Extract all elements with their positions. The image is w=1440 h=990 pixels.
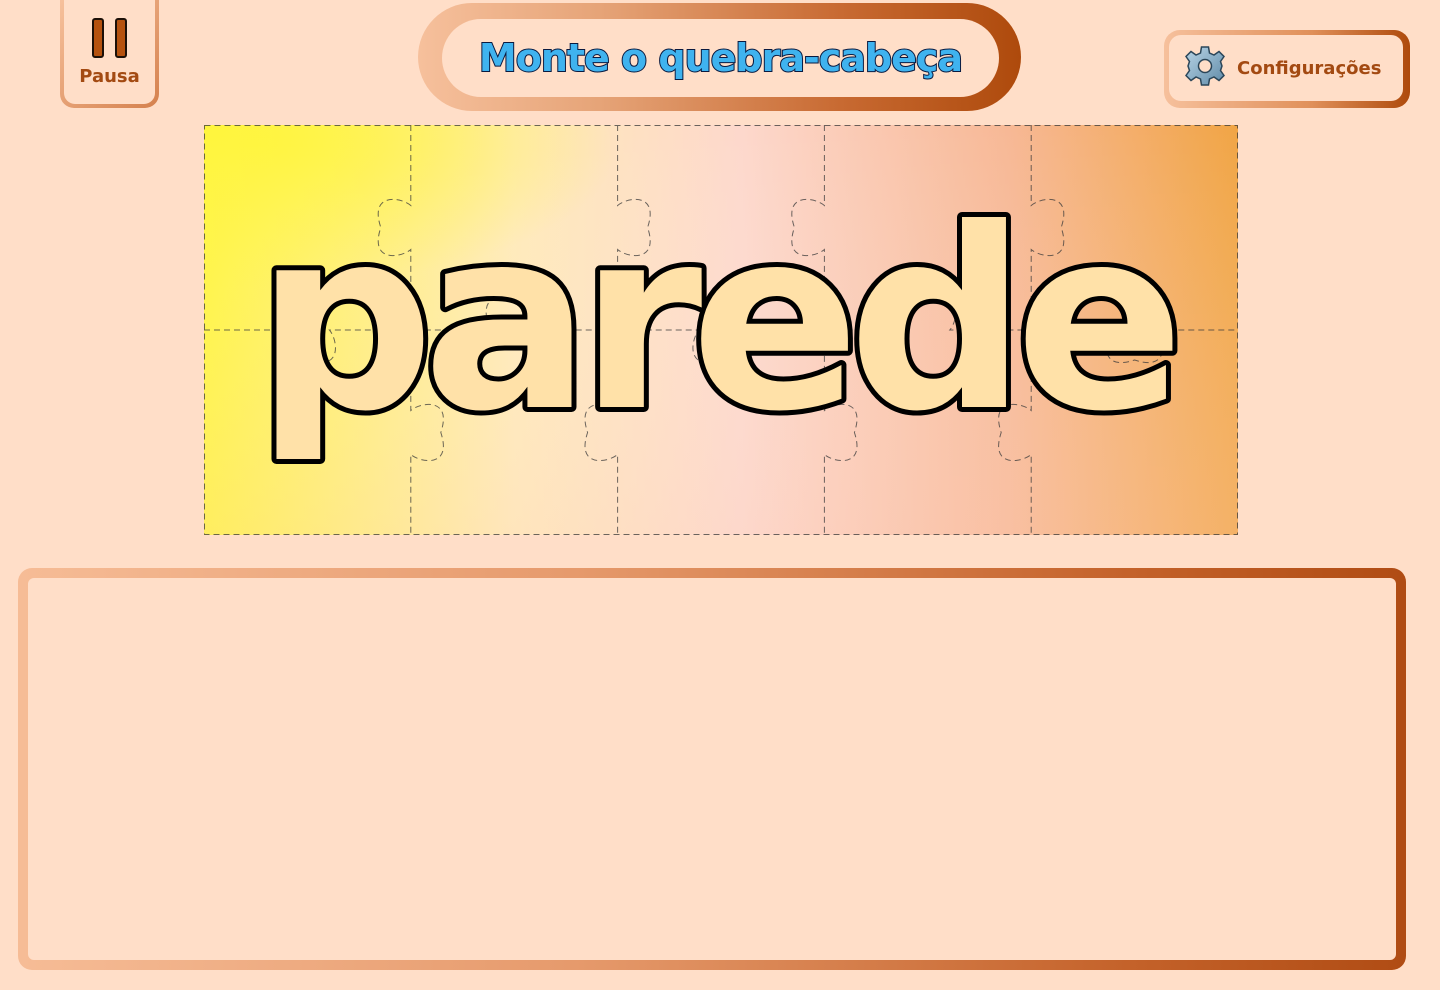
puzzle-word: parede [255, 175, 1172, 466]
pieces-tray-area [28, 578, 1396, 960]
pause-label: Pausa [79, 66, 140, 87]
pause-icon [92, 18, 127, 58]
pause-button[interactable]: Pausa [60, 0, 159, 108]
page-title: Monte o quebra-cabeça [478, 35, 964, 81]
gear-icon [1183, 44, 1227, 92]
settings-label: Configurações [1237, 57, 1382, 79]
pause-button-face: Pausa [64, 0, 155, 104]
pause-icon-bar-right [115, 18, 127, 58]
pieces-tray[interactable] [18, 568, 1406, 970]
settings-button[interactable]: Configurações [1164, 30, 1410, 108]
title-banner: Monte o quebra-cabeça [418, 3, 1021, 111]
game-screen: Pausa Monte o quebra-cabeça Configuraçõe… [0, 0, 1440, 990]
puzzle-board[interactable]: parede [204, 125, 1238, 535]
puzzle-image: parede [204, 125, 1238, 535]
settings-button-face: Configurações [1169, 35, 1403, 101]
pause-icon-bar-left [92, 18, 104, 58]
title-banner-inner: Monte o quebra-cabeça [442, 19, 999, 97]
